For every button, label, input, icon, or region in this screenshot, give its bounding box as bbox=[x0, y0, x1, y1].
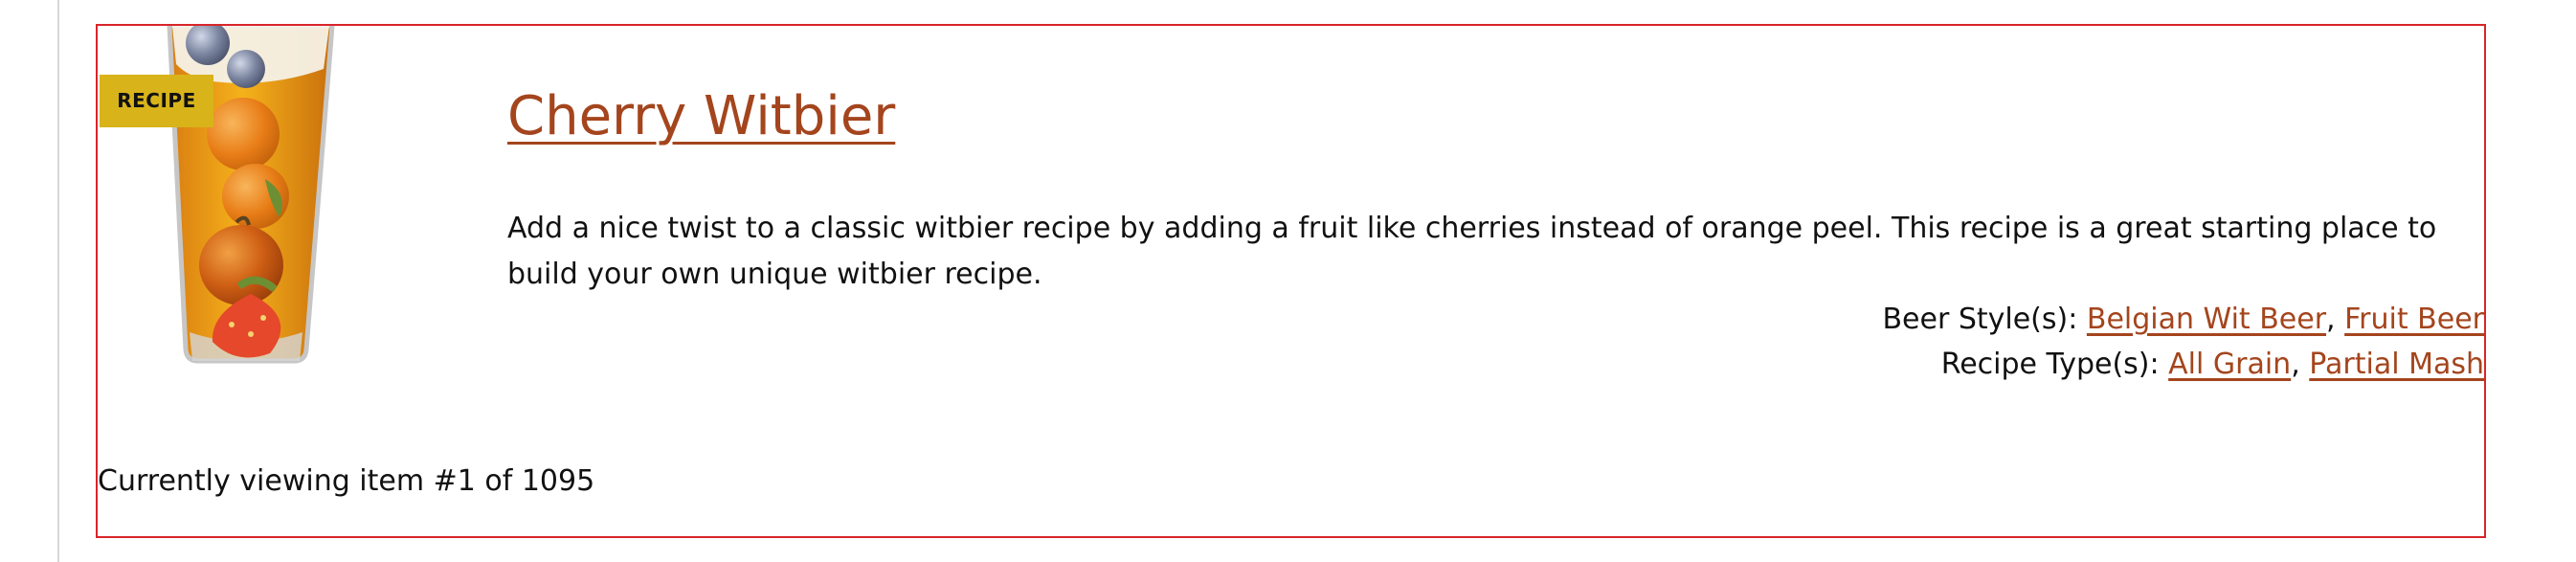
recipe-badge: RECIPE bbox=[100, 75, 213, 127]
recipe-description: Add a nice twist to a classic witbier re… bbox=[507, 212, 2437, 291]
beer-style-link-fruit-beer[interactable]: Fruit Beer bbox=[2344, 303, 2484, 336]
recipe-card: RECIPE Cherry Witbier Add a nice twist t… bbox=[96, 24, 2486, 538]
page: RECIPE Cherry Witbier Add a nice twist t… bbox=[0, 0, 2576, 562]
beer-style-link-belgian-wit[interactable]: Belgian Wit Beer bbox=[2087, 303, 2326, 336]
recipe-type-link-all-grain[interactable]: All Grain bbox=[2168, 348, 2291, 381]
beer-styles-row: Beer Style(s): Belgian Wit Beer, Fruit B… bbox=[1882, 303, 2484, 336]
left-divider bbox=[57, 0, 59, 562]
recipe-meta: Beer Style(s): Belgian Wit Beer, Fruit B… bbox=[1882, 297, 2484, 387]
recipe-title-link[interactable]: Cherry Witbier bbox=[507, 85, 895, 147]
recipe-types-label: Recipe Type(s): bbox=[1940, 348, 2160, 381]
recipe-type-link-partial-mash[interactable]: Partial Mash bbox=[2309, 348, 2484, 381]
recipe-types-row: Recipe Type(s): All Grain, Partial Mash bbox=[1940, 348, 2484, 381]
pagination-status: Currently viewing item #1 of 1095 bbox=[98, 464, 595, 498]
beer-styles-label: Beer Style(s): bbox=[1882, 303, 2078, 336]
fruit-beer-glass-image[interactable]: RECIPE bbox=[98, 26, 414, 366]
